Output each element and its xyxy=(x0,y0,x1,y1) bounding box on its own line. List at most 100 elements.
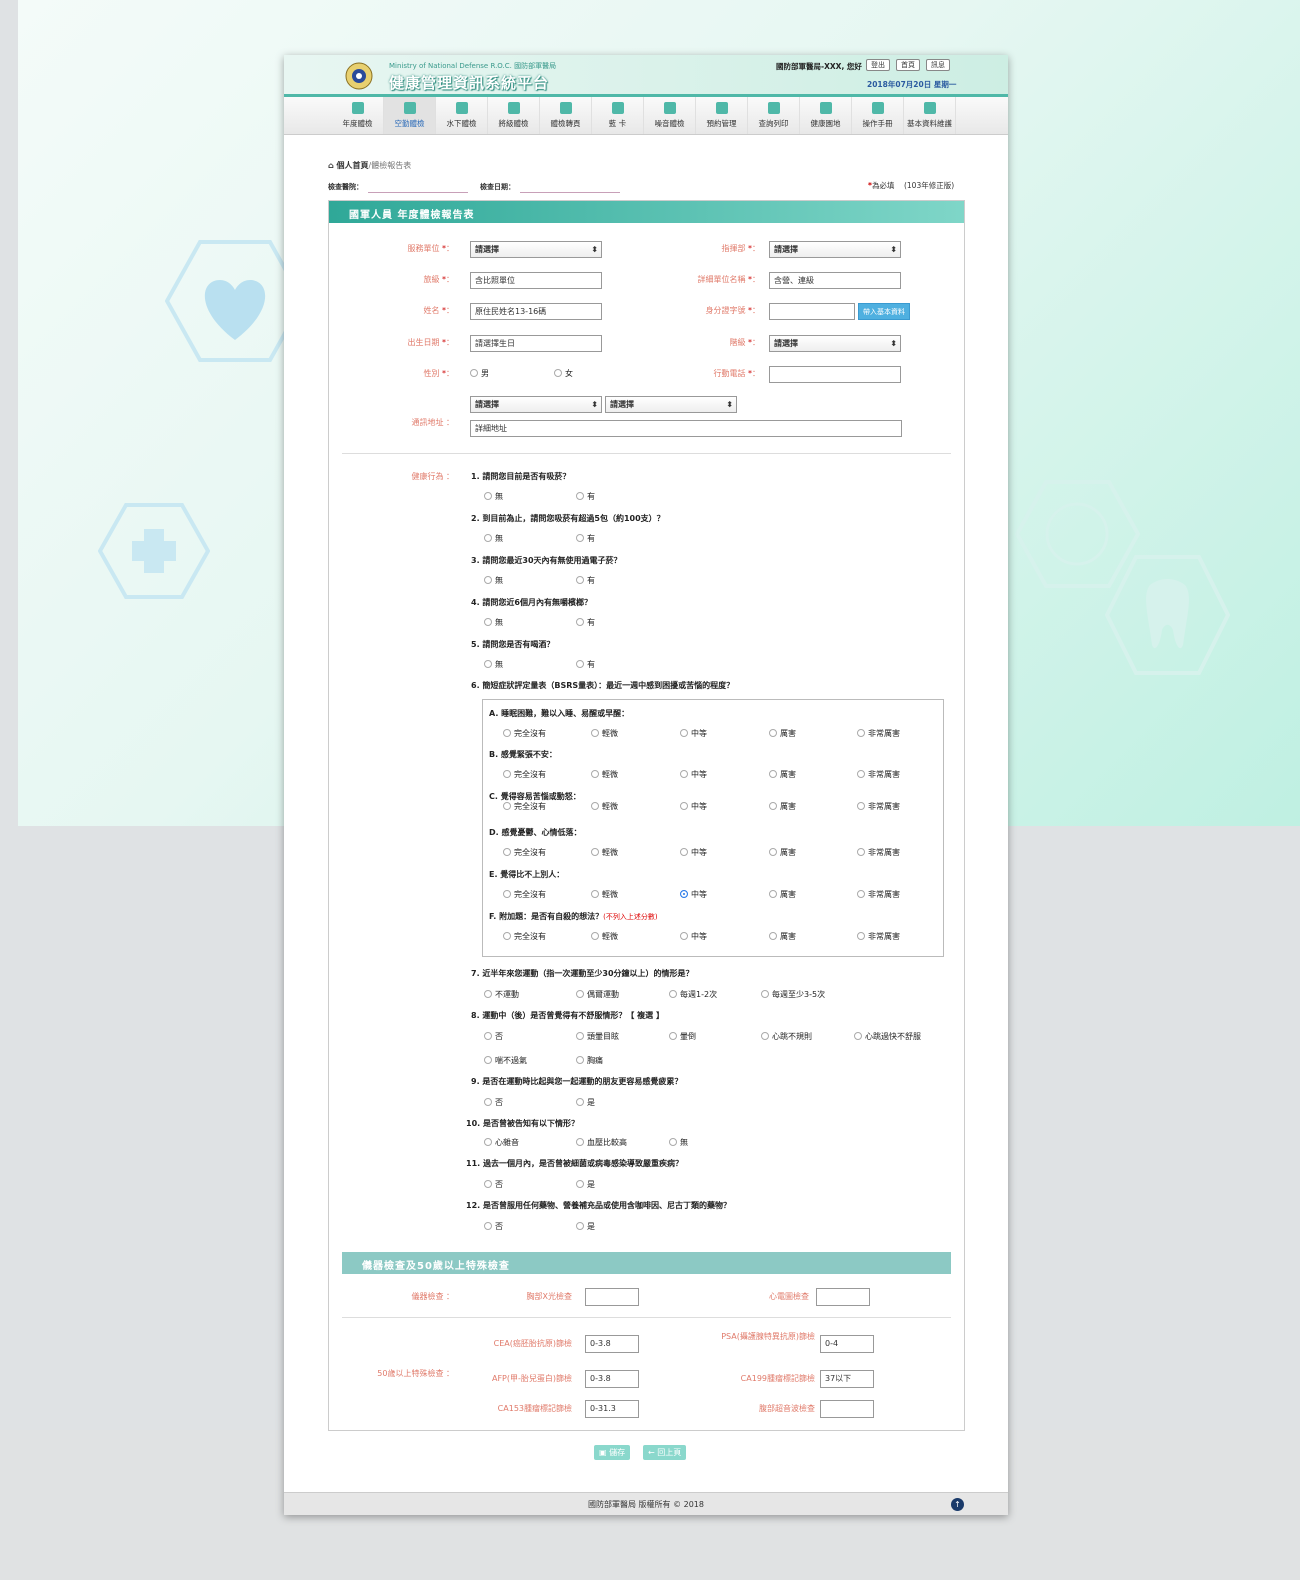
nav-item-7[interactable]: 預約管理 xyxy=(696,97,748,134)
q12-no-radio[interactable]: 否 xyxy=(484,1221,503,1232)
bsrs-A-opt-0[interactable]: 完全沒有 xyxy=(503,728,546,739)
q3-yes-radio[interactable]: 有 xyxy=(576,575,595,586)
nav-item-3[interactable]: 將級體檢 xyxy=(488,97,540,134)
q11-yes-radio[interactable]: 是 xyxy=(576,1179,595,1190)
q8-opt-1[interactable]: 頭暈目眩 xyxy=(576,1031,619,1042)
command-select[interactable]: 請選擇 xyxy=(769,241,901,258)
q7-opt-3[interactable]: 每週至少3-5次 xyxy=(761,989,825,1000)
bsrs-D-opt-4[interactable]: 非常厲害 xyxy=(857,847,900,858)
phone-input[interactable] xyxy=(769,366,901,383)
q8-opt-0[interactable]: 否 xyxy=(484,1031,503,1042)
q1-no-radio[interactable]: 無 xyxy=(484,491,503,502)
bsrs-A-opt-4[interactable]: 非常厲害 xyxy=(857,728,900,739)
nav-item-10[interactable]: 操作手冊 xyxy=(852,97,904,134)
detail-unit-input[interactable]: 含營、連級 xyxy=(769,272,901,289)
bsrs-E-opt-0[interactable]: 完全沒有 xyxy=(503,889,546,900)
bsrs-C-opt-2[interactable]: 中等 xyxy=(680,801,707,812)
nav-item-8[interactable]: 查詢列印 xyxy=(748,97,800,134)
bsrs-D-opt-0[interactable]: 完全沒有 xyxy=(503,847,546,858)
q10-opt-2[interactable]: 無 xyxy=(669,1137,688,1148)
nav-item-4[interactable]: 體檢轉頁 xyxy=(540,97,592,134)
bsrs-F-opt-3[interactable]: 厲害 xyxy=(769,931,796,942)
cea-input[interactable]: 0-3.8 xyxy=(585,1335,639,1353)
unit-select[interactable]: 請選擇 xyxy=(470,241,602,258)
brigade-input[interactable]: 含比照單位 xyxy=(470,272,602,289)
q2-yes-radio[interactable]: 有 xyxy=(576,533,595,544)
q8-opt-2[interactable]: 暈倒 xyxy=(669,1031,696,1042)
name-input[interactable]: 原住民姓名13-16碼 xyxy=(470,303,602,320)
exam-date-field[interactable] xyxy=(520,192,620,193)
q10-opt-0[interactable]: 心雜音 xyxy=(484,1137,519,1148)
ecg-input[interactable] xyxy=(816,1288,870,1306)
q3-no-radio[interactable]: 無 xyxy=(484,575,503,586)
nav-item-5[interactable]: 藍 卡 xyxy=(592,97,644,134)
bsrs-D-opt-3[interactable]: 厲害 xyxy=(769,847,796,858)
bsrs-B-opt-1[interactable]: 輕微 xyxy=(591,769,618,780)
import-profile-button[interactable]: 帶入基本資料 xyxy=(858,303,910,320)
nav-item-9[interactable]: 健康園地 xyxy=(800,97,852,134)
psa-input[interactable]: 0-4 xyxy=(820,1335,874,1353)
logout-button[interactable]: 登出 xyxy=(866,59,890,71)
q12-yes-radio[interactable]: 是 xyxy=(576,1221,595,1232)
abdominal-ultrasound-input[interactable] xyxy=(820,1400,874,1418)
bsrs-E-opt-3[interactable]: 厲害 xyxy=(769,889,796,900)
afp-input[interactable]: 0-3.8 xyxy=(585,1370,639,1388)
nav-item-1[interactable]: 空勤體檢 xyxy=(384,97,436,134)
back-button[interactable]: ← 回上頁 xyxy=(643,1445,687,1460)
q9-no-radio[interactable]: 否 xyxy=(484,1097,503,1108)
q4-yes-radio[interactable]: 有 xyxy=(576,617,595,628)
id-input[interactable] xyxy=(769,303,855,320)
breadcrumb-home[interactable]: 個人首頁 xyxy=(337,161,369,170)
q9-yes-radio[interactable]: 是 xyxy=(576,1097,595,1108)
bsrs-A-opt-2[interactable]: 中等 xyxy=(680,728,707,739)
home-button[interactable]: 首頁 xyxy=(896,59,920,71)
scroll-top-icon[interactable]: ↑ xyxy=(951,1498,964,1511)
q5-no-radio[interactable]: 無 xyxy=(484,659,503,670)
bsrs-B-opt-4[interactable]: 非常厲害 xyxy=(857,769,900,780)
bsrs-B-opt-2[interactable]: 中等 xyxy=(680,769,707,780)
bsrs-C-opt-4[interactable]: 非常厲害 xyxy=(857,801,900,812)
q7-opt-2[interactable]: 每週1-2次 xyxy=(669,989,717,1000)
nav-item-6[interactable]: 噪音體檢 xyxy=(644,97,696,134)
birth-input[interactable]: 請選擇生日 xyxy=(470,335,602,352)
q10-opt-1[interactable]: 血壓比較高 xyxy=(576,1137,627,1148)
q1-yes-radio[interactable]: 有 xyxy=(576,491,595,502)
bsrs-A-opt-3[interactable]: 厲害 xyxy=(769,728,796,739)
q4-no-radio[interactable]: 無 xyxy=(484,617,503,628)
nav-item-11[interactable]: 基本資料維護 xyxy=(904,97,956,134)
q8-opt-3[interactable]: 心跳不規則 xyxy=(761,1031,812,1042)
q7-opt-0[interactable]: 不運動 xyxy=(484,989,519,1000)
q2-no-radio[interactable]: 無 xyxy=(484,533,503,544)
bsrs-F-opt-1[interactable]: 輕微 xyxy=(591,931,618,942)
news-button[interactable]: 訊息 xyxy=(926,59,950,71)
bsrs-F-opt-4[interactable]: 非常厲害 xyxy=(857,931,900,942)
nav-item-2[interactable]: 水下體檢 xyxy=(436,97,488,134)
bsrs-B-opt-0[interactable]: 完全沒有 xyxy=(503,769,546,780)
gender-female-radio[interactable]: 女 xyxy=(554,368,573,379)
bsrs-A-opt-1[interactable]: 輕微 xyxy=(591,728,618,739)
bsrs-D-opt-2[interactable]: 中等 xyxy=(680,847,707,858)
q11-no-radio[interactable]: 否 xyxy=(484,1179,503,1190)
district-select[interactable]: 請選擇 xyxy=(605,396,737,413)
nav-item-0[interactable]: 年度體檢 xyxy=(332,97,384,134)
q8-opt-4[interactable]: 心跳過快不舒服 xyxy=(854,1031,921,1042)
gender-male-radio[interactable]: 男 xyxy=(470,368,489,379)
ca199-input[interactable]: 37以下 xyxy=(820,1370,874,1388)
bsrs-E-opt-1[interactable]: 輕微 xyxy=(591,889,618,900)
bsrs-B-opt-3[interactable]: 厲害 xyxy=(769,769,796,780)
bsrs-C-opt-3[interactable]: 厲害 xyxy=(769,801,796,812)
bsrs-D-opt-1[interactable]: 輕微 xyxy=(591,847,618,858)
xray-input[interactable] xyxy=(585,1288,639,1306)
q8-opt-6[interactable]: 胸痛 xyxy=(576,1055,603,1066)
address-input[interactable]: 詳細地址 xyxy=(470,420,902,437)
bsrs-C-opt-1[interactable]: 輕微 xyxy=(591,801,618,812)
q7-opt-1[interactable]: 偶爾運動 xyxy=(576,989,619,1000)
bsrs-E-opt-2[interactable]: 中等 xyxy=(680,889,707,900)
rank-select[interactable]: 請選擇 xyxy=(769,335,901,352)
bsrs-F-opt-2[interactable]: 中等 xyxy=(680,931,707,942)
bsrs-E-opt-4[interactable]: 非常厲害 xyxy=(857,889,900,900)
ca153-input[interactable]: 0-31.3 xyxy=(585,1400,639,1418)
save-button[interactable]: ▣ 儲存 xyxy=(594,1445,631,1460)
bsrs-C-opt-0[interactable]: 完全沒有 xyxy=(503,801,546,812)
q8-opt-5[interactable]: 喘不過氣 xyxy=(484,1055,527,1066)
